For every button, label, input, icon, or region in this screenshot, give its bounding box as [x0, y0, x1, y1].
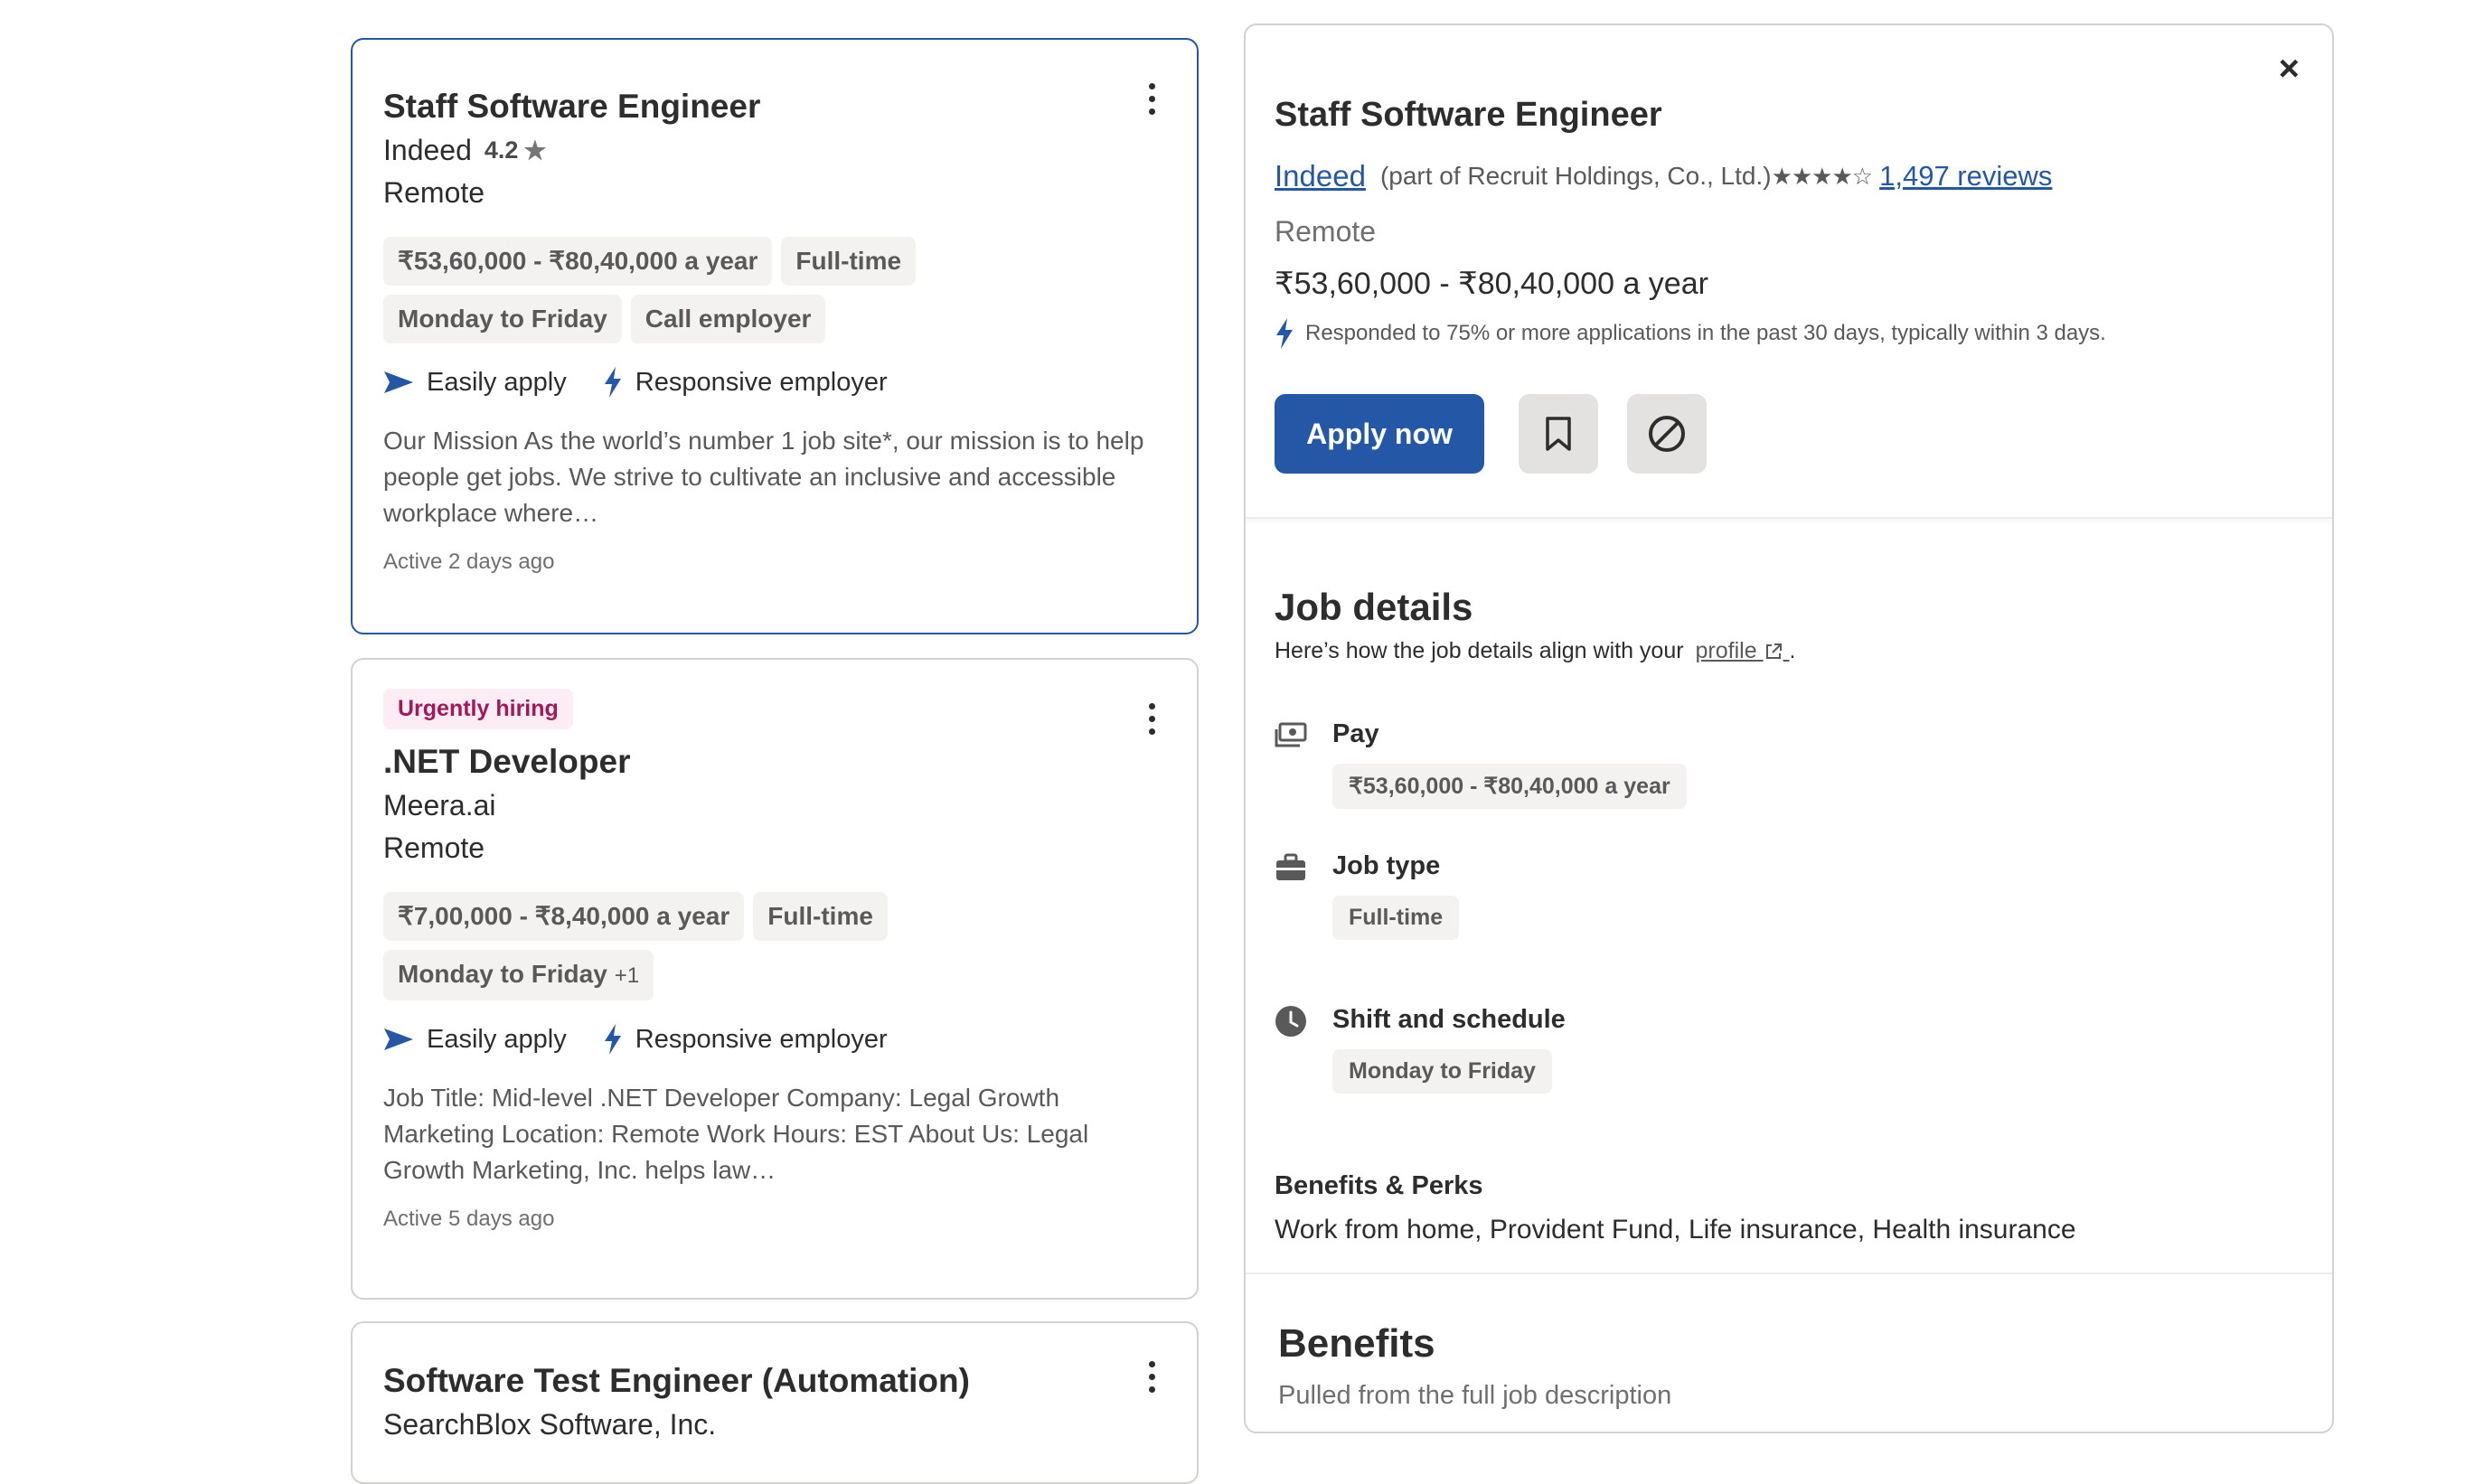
job-location: Remote [383, 176, 485, 210]
job-tags: ₹7,00,000 - ₹8,40,000 a year Full-time M… [383, 892, 1052, 1001]
job-type-label: Job type [1332, 851, 1441, 880]
job-location: Remote [383, 831, 485, 865]
benefits-perks-heading: Benefits & Perks [1275, 1171, 1483, 1200]
easily-apply-feature: Easily apply [383, 368, 567, 398]
job-snippet: Job Title: Mid-level .NET Developer Comp… [383, 1084, 1089, 1185]
more-options-button[interactable] [1143, 703, 1161, 735]
pay-label: Pay [1332, 719, 1379, 748]
job-card[interactable]: Urgently hiring .NET Developer Meera.ai … [351, 658, 1199, 1300]
apply-now-button[interactable]: Apply now [1275, 394, 1484, 474]
detail-salary: ₹53,60,000 - ₹80,40,000 a year [1275, 267, 1708, 301]
company-name: Meera.ai [383, 789, 496, 822]
easily-apply-feature: Easily apply [383, 1025, 567, 1055]
responsive-note-text: Responded to 75% or more applications in… [1305, 321, 2106, 345]
job-features: Easily apply Responsive employer [383, 367, 1166, 399]
call-employer-tag: Call employer [630, 295, 826, 344]
star-rating-icon: ★★★★☆ [1771, 162, 1874, 190]
salary-tag: ₹53,60,000 - ₹80,40,000 a year [383, 237, 773, 286]
salary-tag: ₹7,00,000 - ₹8,40,000 a year [383, 892, 745, 942]
job-detail-panel: × Staff Software Engineer Indeed (part o… [1244, 23, 2334, 1433]
more-options-button[interactable] [1143, 83, 1161, 115]
benefits-subtitle: Pulled from the full job description [1278, 1381, 1672, 1410]
job-card[interactable]: Software Test Engineer (Automation) Sear… [351, 1321, 1199, 1484]
benefits-heading: Benefits [1278, 1321, 1435, 1366]
schedule-tag: Monday to Friday [383, 295, 622, 344]
money-icon [1275, 719, 1307, 752]
save-job-button[interactable] [1519, 394, 1598, 474]
job-card[interactable]: Staff Software Engineer Indeed 4.2 ★ Rem… [351, 38, 1199, 634]
send-icon [384, 371, 413, 394]
divider [1246, 1273, 2332, 1274]
shift-chip: Monday to Friday [1332, 1049, 1552, 1094]
job-detail-header: × Staff Software Engineer Indeed (part o… [1246, 25, 2332, 519]
job-type-tag: Full-time [753, 892, 888, 942]
not-interested-button[interactable] [1627, 394, 1707, 474]
profile-link[interactable]: profile [1696, 638, 1790, 663]
feature-label: Easily apply [427, 1024, 567, 1054]
rating-value: 4.2 [484, 136, 519, 164]
pay-row: Pay ₹53,60,000 - ₹80,40,000 a year [1275, 719, 1687, 809]
bookmark-icon [1546, 417, 1571, 451]
clock-icon [1275, 1005, 1307, 1038]
benefits-perks-text: Work from home, Provident Fund, Life ins… [1275, 1215, 2076, 1244]
external-link-icon [1765, 643, 1782, 660]
feature-label: Easily apply [427, 367, 567, 397]
active-date: Active 5 days ago [383, 1207, 555, 1232]
block-icon [1649, 416, 1685, 452]
period: . [1789, 638, 1796, 663]
shift-row: Shift and schedule Monday to Friday [1275, 1005, 1566, 1094]
company-name: SearchBlox Software, Inc. [383, 1408, 717, 1442]
responsive-employer-feature: Responsive employer [603, 1024, 888, 1056]
job-type-tag: Full-time [781, 237, 917, 286]
responsive-employer-feature: Responsive employer [603, 367, 888, 399]
lightning-icon [604, 1024, 621, 1056]
extra-tag-count: +1 [614, 963, 640, 989]
company-rating: 4.2 ★ [485, 136, 547, 165]
feature-label: Responsive employer [635, 1024, 888, 1054]
active-date: Active 2 days ago [383, 549, 555, 575]
detail-location: Remote [1275, 215, 1377, 248]
job-details-heading: Job details [1275, 586, 1473, 628]
pay-chip: ₹53,60,000 - ₹80,40,000 a year [1332, 764, 1687, 809]
send-icon [384, 1028, 413, 1051]
job-snippet: Our Mission As the world’s number 1 job … [383, 427, 1144, 528]
more-options-button[interactable] [1143, 1361, 1161, 1393]
company-name: Indeed [383, 134, 472, 167]
job-type-chip: Full-time [1332, 896, 1460, 940]
job-title[interactable]: Staff Software Engineer [383, 87, 1166, 127]
urgently-hiring-badge: Urgently hiring [383, 689, 573, 729]
schedule-tag: Monday to Friday +1 [383, 950, 654, 1001]
profile-link-label: profile [1695, 638, 1757, 663]
feature-label: Responsive employer [635, 367, 888, 397]
lightning-icon [1276, 318, 1293, 349]
schedule-label: Monday to Friday [398, 960, 607, 989]
job-type-row: Job type Full-time [1275, 851, 1460, 940]
job-features: Easily apply Responsive employer [383, 1024, 1166, 1056]
reviews-link[interactable]: 1,497 reviews [1879, 160, 2052, 193]
parent-company: (part of Recruit Holdings, Co., Ltd.) [1379, 162, 1772, 190]
job-title[interactable]: Software Test Engineer (Automation) [383, 1361, 1166, 1401]
detail-job-title: Staff Software Engineer [1275, 96, 1662, 134]
job-details-subtitle: Here’s how the job details align with yo… [1275, 638, 1795, 664]
job-details-subtitle-text: Here’s how the job details align with yo… [1275, 638, 1684, 663]
lightning-icon [604, 367, 621, 399]
job-title[interactable]: .NET Developer [383, 742, 1166, 782]
detail-company-line: Indeed (part of Recruit Holdings, Co., L… [1275, 159, 2052, 193]
company-link[interactable]: Indeed [1275, 159, 1366, 193]
responsive-note: Responded to 75% or more applications in… [1275, 318, 2106, 349]
close-button[interactable]: × [2279, 51, 2300, 87]
job-tags: ₹53,60,000 - ₹80,40,000 a year Full-time… [383, 237, 1052, 344]
briefcase-icon [1275, 851, 1307, 884]
star-icon: ★ [523, 136, 547, 165]
shift-label: Shift and schedule [1332, 1005, 1566, 1034]
